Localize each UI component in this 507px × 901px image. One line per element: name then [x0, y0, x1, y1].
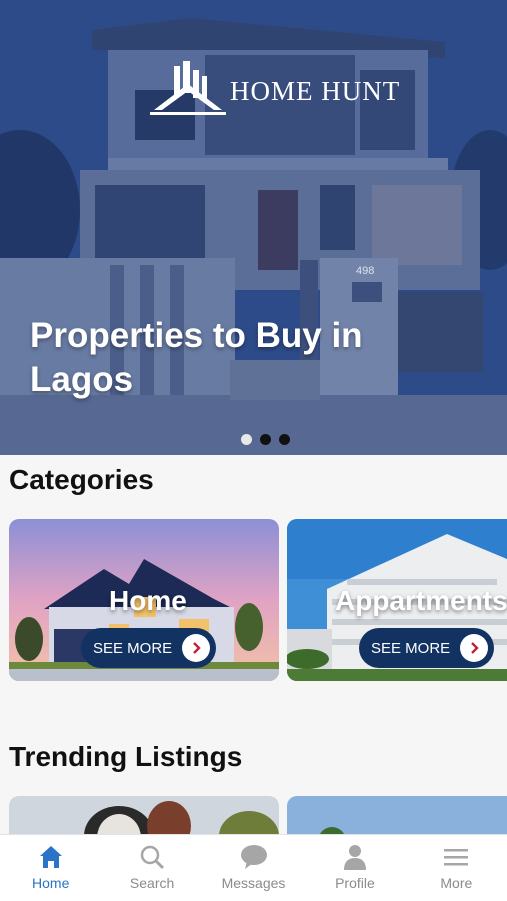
bottom-tab-bar: Home Search Messages Profile More	[0, 834, 507, 901]
see-more-button-apartments[interactable]: SEE MORE	[359, 628, 494, 668]
tab-label-home: Home	[32, 875, 70, 891]
hero-title: Properties to Buy in Lagos	[30, 316, 363, 399]
tab-label-messages: Messages	[221, 875, 286, 891]
see-more-button-home[interactable]: SEE MORE	[81, 628, 216, 668]
tab-label-profile: Profile	[335, 875, 375, 891]
chevron-right-icon	[460, 634, 488, 662]
chat-icon	[240, 845, 267, 869]
house-logo-icon	[150, 61, 226, 115]
chevron-right-icon	[182, 634, 210, 662]
see-more-label: SEE MORE	[93, 639, 173, 657]
brand-name: HOME HUNT	[230, 75, 401, 106]
tab-profile[interactable]: Profile	[304, 835, 405, 901]
house-number-text: 498	[356, 265, 374, 277]
house-number-plate: 498	[356, 265, 374, 277]
hero-banner[interactable]: HOME HUNT 498 Properties to Buy in Lagos	[0, 0, 507, 455]
tab-label-more: More	[440, 875, 473, 891]
brand-logo: HOME HUNT	[150, 58, 400, 116]
carousel-dot-2[interactable]	[260, 434, 271, 445]
category-card-home[interactable]: Home SEE MORE	[9, 519, 279, 681]
home-icon	[39, 846, 62, 868]
carousel-dot-1[interactable]	[241, 434, 252, 445]
tab-messages[interactable]: Messages	[203, 835, 304, 901]
menu-icon	[444, 849, 469, 866]
carousel-dots[interactable]	[241, 434, 290, 445]
tab-more[interactable]: More	[406, 835, 507, 901]
tab-home[interactable]: Home	[0, 835, 101, 901]
search-icon	[140, 845, 165, 870]
category-card-apartments[interactable]: Appartments SEE MORE	[287, 519, 507, 681]
tab-label-search: Search	[129, 875, 175, 891]
see-more-label: SEE MORE	[371, 639, 451, 657]
categories-heading: Categories	[9, 464, 154, 495]
user-icon	[343, 845, 366, 870]
tab-search[interactable]: Search	[101, 835, 202, 901]
category-label-apartments: Appartments	[335, 585, 507, 616]
carousel-dot-3[interactable]	[279, 434, 290, 445]
category-label-home: Home	[109, 585, 187, 616]
trending-heading: Trending Listings	[9, 741, 243, 772]
